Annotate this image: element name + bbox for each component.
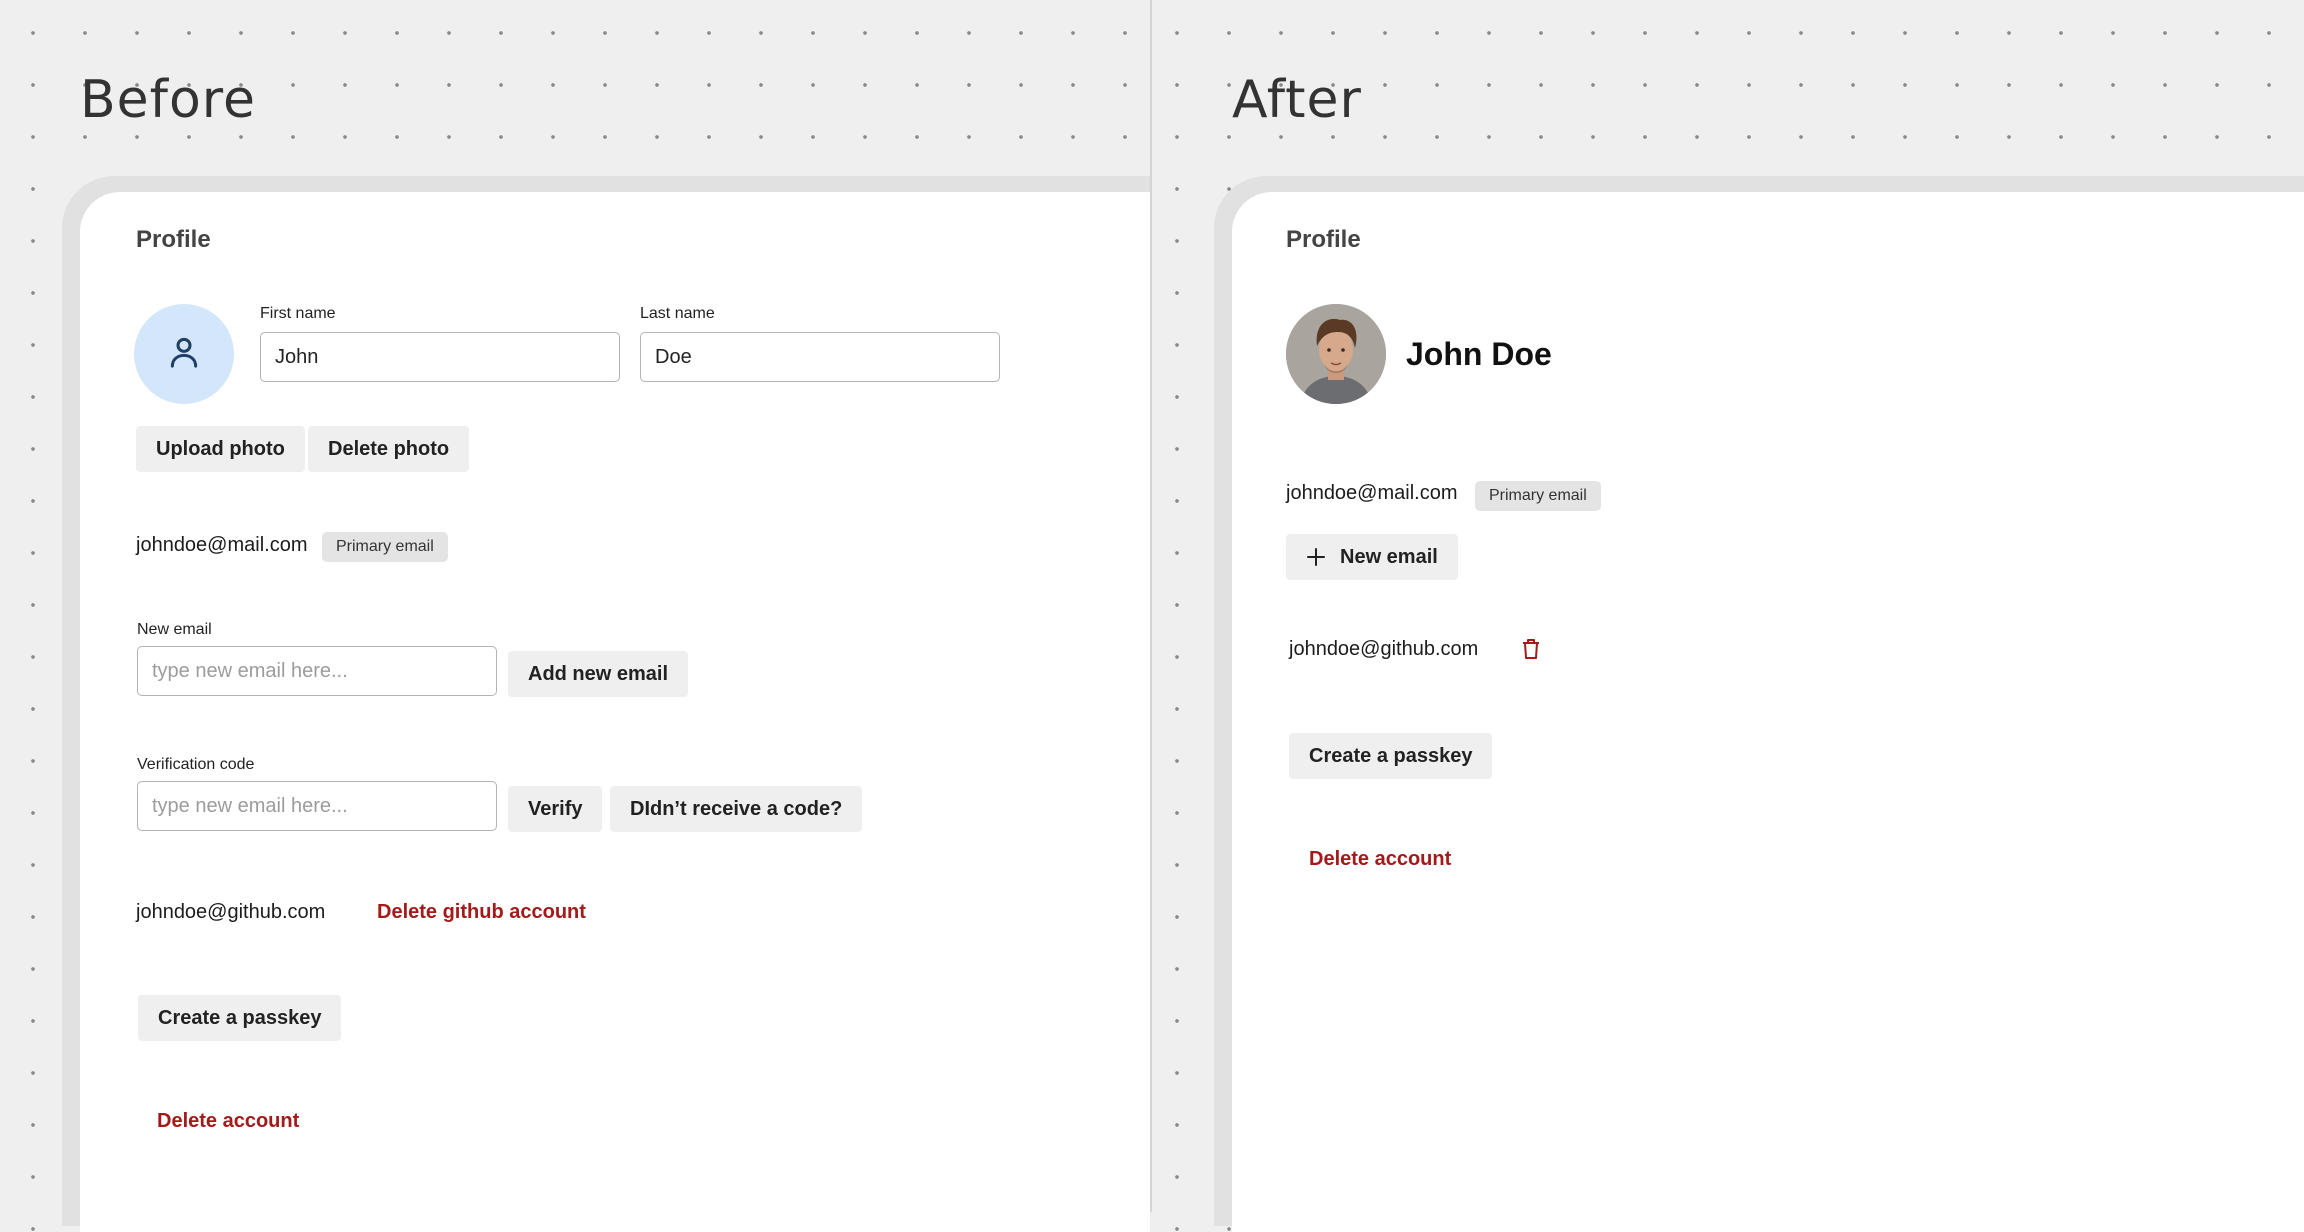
verification-code-input[interactable]: [137, 781, 497, 831]
after-title: After: [1232, 70, 1362, 130]
user-icon: [164, 332, 204, 377]
panel-divider: [1150, 0, 1152, 1212]
plus-icon: [1306, 547, 1326, 567]
before-profile-card: Profile First name Last name Upload phot…: [80, 192, 1150, 1232]
create-passkey-button[interactable]: Create a passkey: [138, 995, 342, 1041]
profile-heading: Profile: [136, 226, 211, 253]
verification-code-label: Verification code: [137, 756, 255, 773]
delete-github-account-link[interactable]: Delete github account: [377, 901, 586, 924]
primary-email-address: johndoe@mail.com: [136, 534, 308, 556]
before-title: Before: [80, 70, 257, 130]
primary-email-badge: Primary email: [322, 532, 448, 562]
github-email-address: johndoe@github.com: [1289, 638, 1479, 660]
create-passkey-button[interactable]: Create a passkey: [1289, 733, 1493, 779]
avatar-placeholder[interactable]: [134, 304, 234, 404]
primary-email-address: johndoe@mail.com: [1286, 482, 1458, 504]
delete-account-link[interactable]: Delete account: [1309, 848, 1451, 871]
github-email-address: johndoe@github.com: [136, 901, 326, 923]
avatar-photo[interactable]: [1286, 304, 1386, 404]
verify-button[interactable]: Verify: [508, 786, 603, 832]
new-email-input[interactable]: [137, 646, 497, 696]
last-name-label: Last name: [640, 305, 715, 322]
last-name-field[interactable]: [640, 332, 1000, 382]
new-email-label: New email: [137, 621, 212, 638]
after-profile-card: Profile John Doe johndoe@mail.com Primar…: [1232, 192, 2304, 1232]
resend-code-button[interactable]: DIdn’t receive a code?: [610, 786, 863, 832]
delete-account-link[interactable]: Delete account: [157, 1110, 299, 1133]
primary-email-badge: Primary email: [1475, 481, 1601, 511]
first-name-field[interactable]: [260, 332, 620, 382]
new-email-button[interactable]: New email: [1286, 534, 1458, 580]
upload-photo-button[interactable]: Upload photo: [136, 426, 305, 472]
profile-full-name: John Doe: [1406, 336, 1552, 372]
trash-icon[interactable]: [1521, 638, 1541, 665]
profile-heading: Profile: [1286, 226, 1361, 253]
new-email-button-label: New email: [1340, 545, 1438, 568]
first-name-label: First name: [260, 305, 336, 322]
delete-photo-button[interactable]: Delete photo: [308, 426, 470, 472]
add-new-email-button[interactable]: Add new email: [508, 651, 689, 697]
